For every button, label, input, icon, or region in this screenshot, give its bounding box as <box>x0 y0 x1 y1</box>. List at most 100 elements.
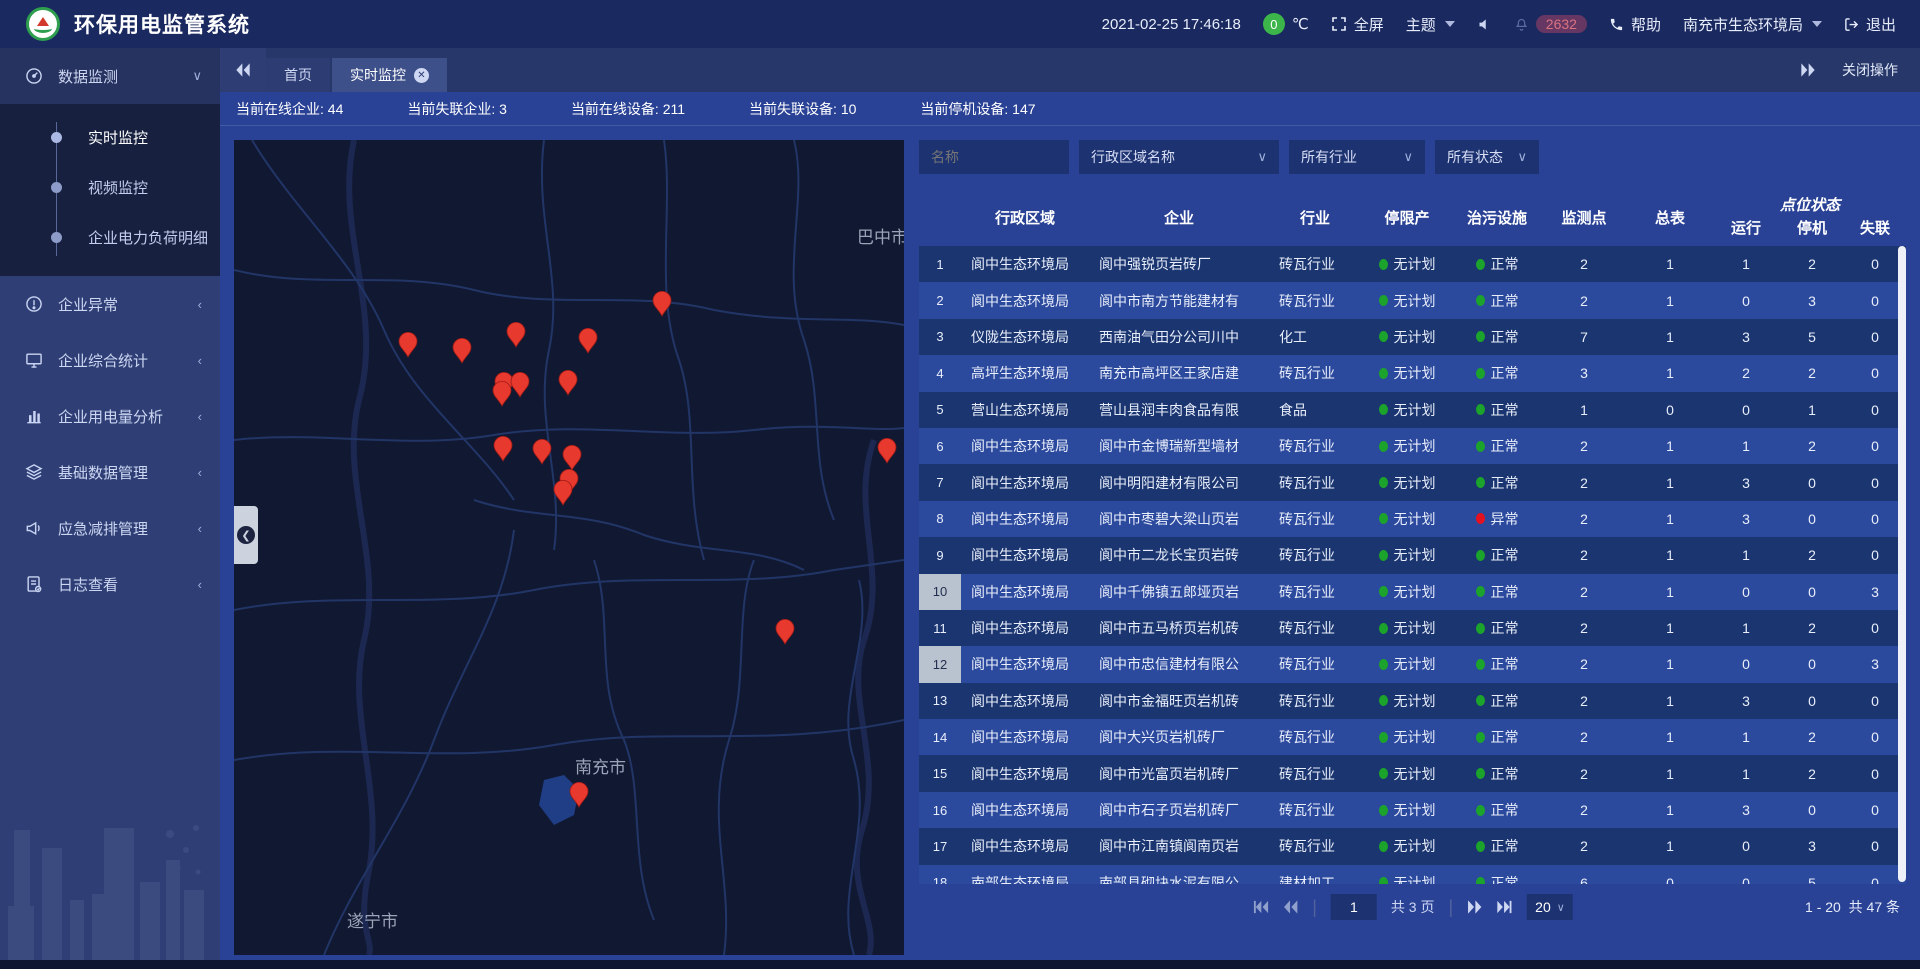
notifications[interactable]: 2632 <box>1514 15 1587 33</box>
sidebar-subitem[interactable]: 实时监控 <box>0 112 220 162</box>
table-row[interactable]: 14 阆中生态环境局 阆中大兴页岩机砖厂 砖瓦行业 无计划 正常 2 1 1 2… <box>919 719 1906 755</box>
sidebar-group-3[interactable]: 企业用电量分析 ‹ <box>0 388 220 444</box>
status-dot-green <box>1379 805 1388 816</box>
cell-monitor-points: 2 <box>1541 574 1627 610</box>
cell-industry: 砖瓦行业 <box>1269 464 1361 500</box>
bell-icon <box>1514 17 1529 32</box>
mute-button[interactable] <box>1477 17 1492 32</box>
cell-industry: 砖瓦行业 <box>1269 646 1361 682</box>
temperature-unit: ℃ <box>1292 15 1309 33</box>
app-title: 环保用电监管系统 <box>74 9 250 39</box>
table-row[interactable]: 15 阆中生态环境局 阆中市光富页岩机砖厂 砖瓦行业 无计划 正常 2 1 1 … <box>919 755 1906 791</box>
cell-region: 阆中生态环境局 <box>961 464 1089 500</box>
help-button[interactable]: 帮助 <box>1609 14 1661 35</box>
table-row[interactable]: 7 阆中生态环境局 阆中明阳建材有限公司 砖瓦行业 无计划 正常 2 1 3 0… <box>919 464 1906 500</box>
prev-page-button[interactable] <box>1282 900 1298 914</box>
table-row[interactable]: 1 阆中生态环境局 阆中强锐页岩砖厂 砖瓦行业 无计划 正常 2 1 1 2 0 <box>919 246 1906 282</box>
cell-facility-status: 正常 <box>1453 646 1541 682</box>
panel-collapse-button[interactable]: ❮ <box>234 506 258 564</box>
table-row[interactable]: 13 阆中生态环境局 阆中市金福旺页岩机砖 砖瓦行业 无计划 正常 2 1 3 … <box>919 683 1906 719</box>
status-dot-green <box>1379 695 1388 706</box>
map-panel[interactable]: 巴中市南充市遂宁市 <box>234 140 904 955</box>
cell-running: 2 <box>1713 355 1779 391</box>
chevron-left-icon: ‹ <box>198 409 202 424</box>
close-operations-button[interactable]: 关闭操作 <box>1842 60 1898 80</box>
table-row[interactable]: 12 阆中生态环境局 阆中市忠信建材有限公 砖瓦行业 无计划 正常 2 1 0 … <box>919 646 1906 682</box>
table-row[interactable]: 18 南部生态环境局 南部县砌块水泥有限公 建材加工 无计划 正常 6 0 0 … <box>919 865 1906 884</box>
page-size-select[interactable]: 20 ∨ <box>1527 894 1573 920</box>
sidebar-group-0[interactable]: 数据监测 ∨ <box>0 48 220 104</box>
sidebar-group-label: 企业异常 <box>58 294 118 315</box>
horizontal-scrollbar-track[interactable] <box>0 960 1920 969</box>
cell-total-meters: 1 <box>1627 282 1713 318</box>
sidebar-subitem[interactable]: 视频监控 <box>0 162 220 212</box>
sidebar-group-5[interactable]: 应急减排管理 ‹ <box>0 500 220 556</box>
cell-company: 阆中大兴页岩机砖厂 <box>1089 719 1269 755</box>
region-filter-select[interactable]: 行政区域名称 ∨ <box>1079 140 1279 174</box>
sidebar-group-label: 企业综合统计 <box>58 350 148 371</box>
status-dot-green <box>1379 477 1388 488</box>
cell-limit-status: 无计划 <box>1361 828 1453 864</box>
sidebar-group-1[interactable]: 企业异常 ‹ <box>0 276 220 332</box>
megaphone-icon <box>24 518 44 538</box>
cell-facility-status: 正常 <box>1453 537 1541 573</box>
table-row[interactable]: 16 阆中生态环境局 阆中市石子页岩机砖厂 砖瓦行业 无计划 正常 2 1 3 … <box>919 792 1906 828</box>
cell-industry: 砖瓦行业 <box>1269 355 1361 391</box>
stat-item: 当前失联企业: 3 <box>407 99 507 119</box>
temperature-value: 0 <box>1263 13 1285 35</box>
table-row[interactable]: 9 阆中生态环境局 阆中市二龙长宝页岩砖 砖瓦行业 无计划 正常 2 1 1 2… <box>919 537 1906 573</box>
table-row[interactable]: 5 营山生态环境局 营山县润丰肉食品有限 食品 无计划 正常 1 0 0 1 0 <box>919 392 1906 428</box>
table-row[interactable]: 2 阆中生态环境局 阆中市南方节能建材有 砖瓦行业 无计划 正常 2 1 0 3… <box>919 282 1906 318</box>
row-number: 4 <box>919 355 961 391</box>
sidebar-subitem[interactable]: 企业电力负荷明细 <box>0 212 220 262</box>
cell-company: 阆中千佛镇五郎垭页岩 <box>1089 574 1269 610</box>
table-row[interactable]: 4 高坪生态环境局 南充市高坪区王家店建 砖瓦行业 无计划 正常 3 1 2 2… <box>919 355 1906 391</box>
cell-stopped: 1 <box>1779 392 1845 428</box>
tab-1[interactable]: 实时监控 ✕ <box>332 58 447 92</box>
status-filter-select[interactable]: 所有状态 ∨ <box>1435 140 1539 174</box>
table-row[interactable]: 17 阆中生态环境局 阆中市江南镇阆南页岩 砖瓦行业 无计划 正常 2 1 0 … <box>919 828 1906 864</box>
sidebar-group-4[interactable]: 基础数据管理 ‹ <box>0 444 220 500</box>
table-scrollbar[interactable] <box>1898 246 1906 882</box>
cell-total-meters: 1 <box>1627 464 1713 500</box>
cell-lost: 3 <box>1845 574 1905 610</box>
cell-industry: 砖瓦行业 <box>1269 719 1361 755</box>
chevron-left-icon: ‹ <box>198 465 202 480</box>
tab-close-icon[interactable]: ✕ <box>414 68 429 83</box>
cell-monitor-points: 2 <box>1541 719 1627 755</box>
logout-button[interactable]: 退出 <box>1844 14 1896 35</box>
cell-company: 阆中强锐页岩砖厂 <box>1089 246 1269 282</box>
table-row[interactable]: 10 阆中生态环境局 阆中千佛镇五郎垭页岩 砖瓦行业 无计划 正常 2 1 0 … <box>919 574 1906 610</box>
cell-company: 阆中市忠信建材有限公 <box>1089 646 1269 682</box>
status-dot-green <box>1379 623 1388 634</box>
name-filter-input[interactable] <box>919 140 1069 174</box>
cell-total-meters: 1 <box>1627 683 1713 719</box>
cell-monitor-points: 2 <box>1541 792 1627 828</box>
chevron-down-icon: ∨ <box>1557 901 1565 914</box>
fullscreen-button[interactable]: 全屏 <box>1331 14 1384 35</box>
double-chevron-right-icon[interactable] <box>1800 63 1816 77</box>
cell-company: 营山县润丰肉食品有限 <box>1089 392 1269 428</box>
table-row[interactable]: 3 仪陇生态环境局 西南油气田分公司川中 化工 无计划 正常 7 1 3 5 0 <box>919 319 1906 355</box>
table-header: 行政区域企业行业停限产治污设施监测点总表运行停机失联 点位状态 <box>919 188 1906 246</box>
cell-company: 阆中市江南镇阆南页岩 <box>1089 828 1269 864</box>
cell-industry: 砖瓦行业 <box>1269 246 1361 282</box>
last-page-button[interactable] <box>1497 900 1513 914</box>
page-number-input[interactable]: 1 <box>1331 894 1377 920</box>
industry-filter-select[interactable]: 所有行业 ∨ <box>1289 140 1425 174</box>
first-page-button[interactable] <box>1252 900 1268 914</box>
sidebar-group-2[interactable]: 企业综合统计 ‹ <box>0 332 220 388</box>
cell-lost: 0 <box>1845 610 1905 646</box>
fullscreen-label: 全屏 <box>1354 14 1384 35</box>
sidebar-group-6[interactable]: 日志查看 ‹ <box>0 556 220 612</box>
table-row[interactable]: 11 阆中生态环境局 阆中市五马桥页岩机砖 砖瓦行业 无计划 正常 2 1 1 … <box>919 610 1906 646</box>
table-row[interactable]: 6 阆中生态环境局 阆中市金博瑞新型墙材 砖瓦行业 无计划 正常 2 1 1 2… <box>919 428 1906 464</box>
tab-0[interactable]: 首页 <box>266 58 330 92</box>
next-page-button[interactable] <box>1467 900 1483 914</box>
table-row[interactable]: 8 阆中生态环境局 阆中市枣碧大梁山页岩 砖瓦行业 无计划 异常 2 1 3 0… <box>919 501 1906 537</box>
org-dropdown[interactable]: 南充市生态环境局 <box>1683 14 1822 35</box>
cell-company: 阆中市南方节能建材有 <box>1089 282 1269 318</box>
theme-dropdown[interactable]: 主题 <box>1406 14 1455 35</box>
status-dot-green <box>1476 295 1485 306</box>
tabs-scroll-left-button[interactable] <box>220 48 266 92</box>
